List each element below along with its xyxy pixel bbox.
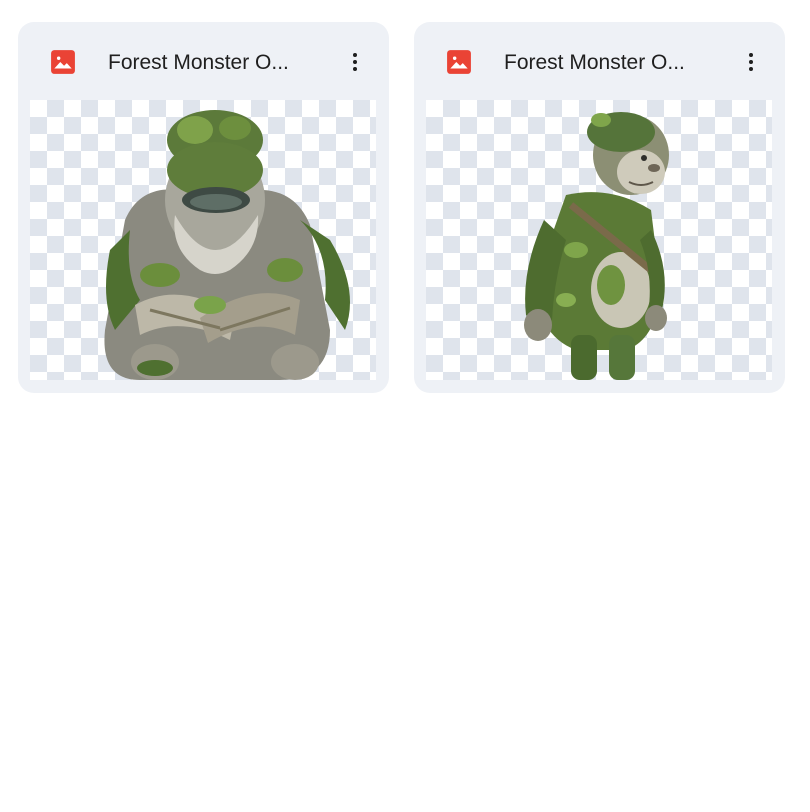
file-title: Forest Monster O...: [108, 51, 289, 74]
file-thumbnail[interactable]: [426, 100, 772, 380]
file-thumbnail[interactable]: [30, 100, 376, 380]
file-card[interactable]: Forest Monster O...: [414, 22, 785, 393]
more-options-button[interactable]: [731, 42, 771, 82]
file-grid: Forest Monster O... Forest Monster O...: [0, 0, 810, 812]
file-title: Forest Monster O...: [504, 51, 685, 74]
image-icon: [51, 50, 75, 74]
more-vert-icon: [353, 53, 357, 71]
file-card-header: Forest Monster O...: [18, 22, 389, 100]
file-card[interactable]: Forest Monster O...: [18, 22, 389, 393]
forest-monster-sitting-image: [104, 110, 350, 380]
more-vert-icon: [749, 53, 753, 71]
forest-monster-standing-image: [524, 112, 669, 380]
file-card-header: Forest Monster O...: [414, 22, 785, 100]
image-icon: [447, 50, 471, 74]
more-options-button[interactable]: [335, 42, 375, 82]
